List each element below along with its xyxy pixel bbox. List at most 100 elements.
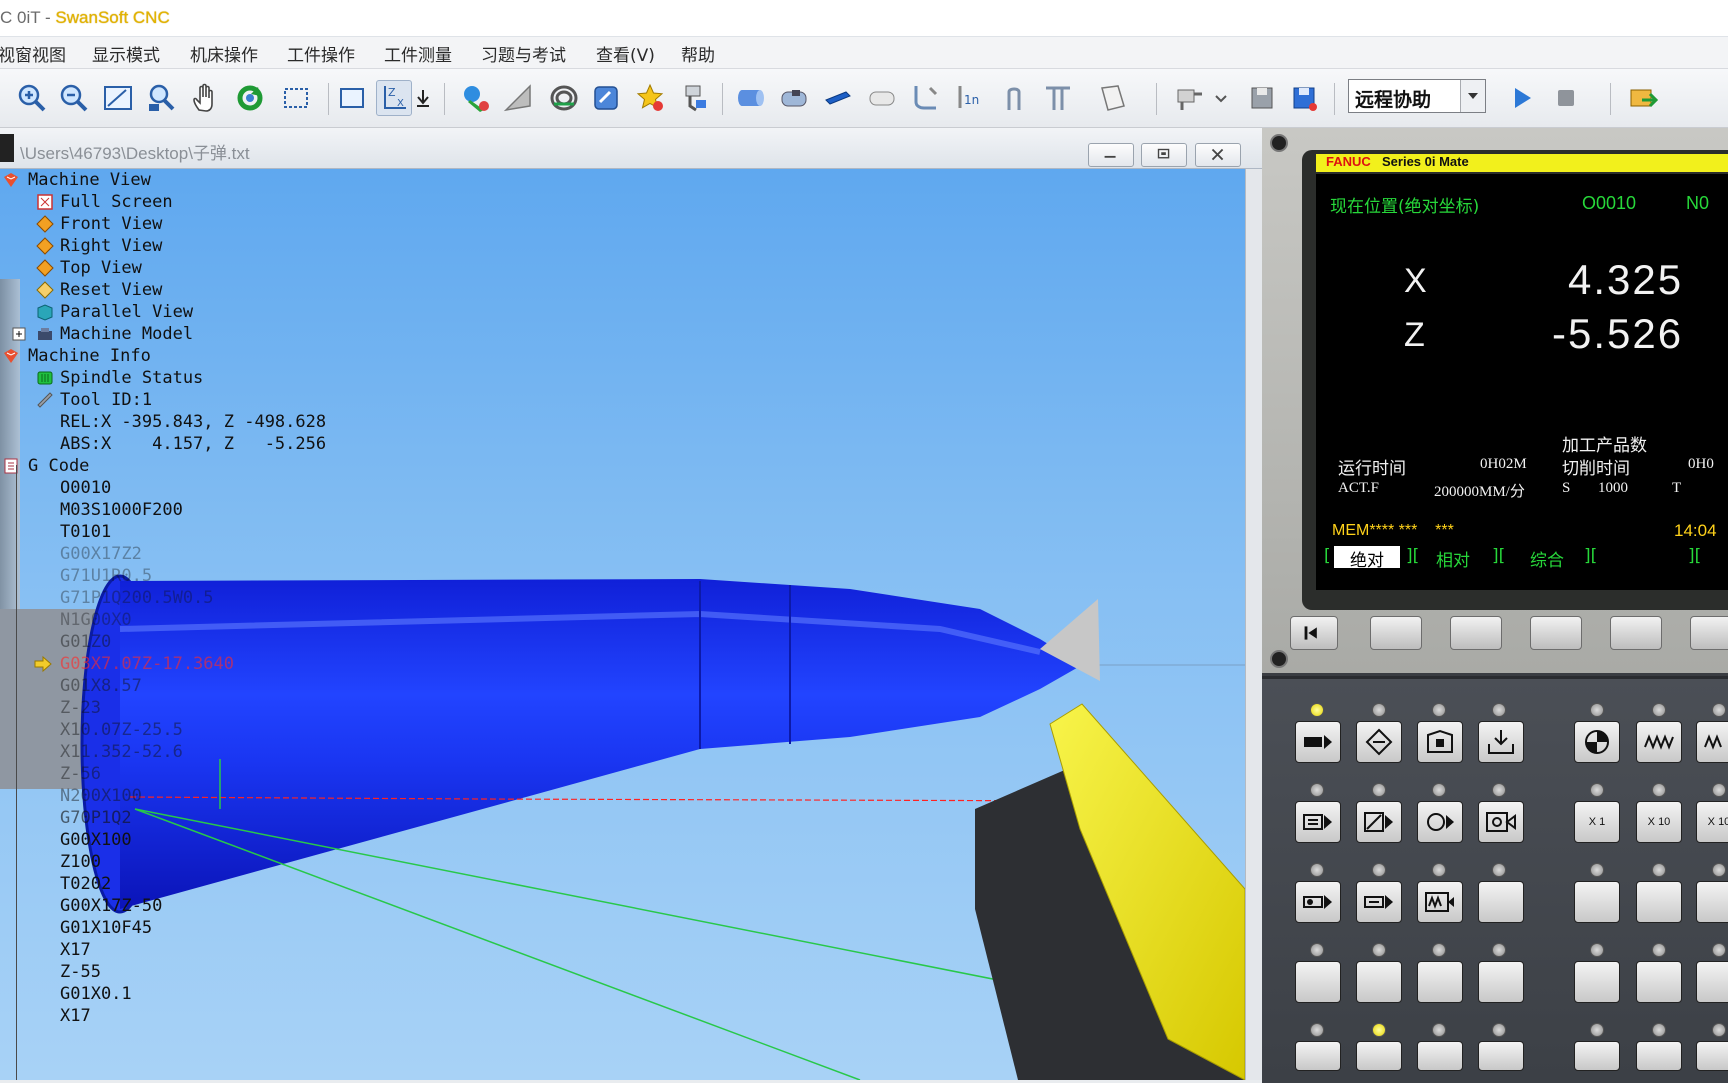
menu-window-view[interactable]: 视窗视图 bbox=[0, 41, 66, 66]
gcode-line[interactable]: Z-55 bbox=[60, 961, 101, 983]
coordinate-dropdown-button[interactable] bbox=[412, 80, 434, 116]
tree-g-code[interactable]: G Code bbox=[28, 455, 89, 477]
blank-key[interactable] bbox=[1574, 961, 1620, 1003]
jog-x10-key[interactable]: X 10 bbox=[1636, 801, 1682, 843]
menu-display-mode[interactable]: 显示模式 bbox=[92, 41, 160, 66]
select-region-button[interactable] bbox=[278, 80, 314, 116]
gcode-line[interactable]: G71P1Q200.5W0.5 bbox=[60, 587, 214, 609]
blank-key[interactable] bbox=[1574, 881, 1620, 923]
stop-button[interactable] bbox=[1548, 80, 1584, 116]
knife-button[interactable] bbox=[500, 80, 536, 116]
restore-button[interactable] bbox=[1141, 143, 1187, 167]
tree-top-view[interactable]: Top View bbox=[60, 257, 142, 279]
blank-key[interactable] bbox=[1478, 881, 1524, 923]
3d-viewport[interactable]: Machine View Full Screen Front View Righ… bbox=[0, 169, 1245, 1080]
menu-help[interactable]: 帮助 bbox=[681, 41, 715, 66]
machine-lock-key[interactable] bbox=[1356, 881, 1402, 923]
vertical-scrollbar[interactable] bbox=[1245, 169, 1263, 1080]
blank-key[interactable] bbox=[1636, 1041, 1682, 1071]
blank-key[interactable] bbox=[1417, 961, 1463, 1003]
probe-button[interactable] bbox=[1172, 80, 1208, 116]
handwheel-mode-key[interactable] bbox=[1696, 721, 1728, 763]
view-cylinder-1-button[interactable] bbox=[732, 80, 768, 116]
softkey-relative[interactable]: 相对 bbox=[1436, 546, 1470, 571]
gcode-line[interactable]: X17 bbox=[60, 939, 91, 961]
coolant-button[interactable] bbox=[546, 80, 582, 116]
tree-reset-view[interactable]: Reset View bbox=[60, 279, 162, 301]
gcode-line[interactable]: G01Z0 bbox=[60, 631, 111, 653]
tree-parallel-view[interactable]: Parallel View bbox=[60, 301, 193, 323]
gcode-line[interactable]: T0101 bbox=[60, 521, 111, 543]
single-block-key[interactable] bbox=[1295, 801, 1341, 843]
jog-mode-key[interactable] bbox=[1636, 721, 1682, 763]
remote-help-select[interactable]: 远程协助 bbox=[1348, 79, 1486, 113]
save-button[interactable] bbox=[1244, 80, 1280, 116]
export-button[interactable] bbox=[1626, 80, 1662, 116]
window-button[interactable] bbox=[334, 80, 370, 116]
save-as-button[interactable] bbox=[1286, 80, 1322, 116]
zoom-in-button[interactable] bbox=[14, 80, 50, 116]
tree-machine-info[interactable]: Machine Info bbox=[28, 345, 151, 367]
gcode-line[interactable]: G71U1R0.5 bbox=[60, 565, 152, 587]
gcode-line[interactable]: N200X100 bbox=[60, 785, 142, 807]
zoom-out-button[interactable] bbox=[56, 80, 92, 116]
dry-run-key[interactable] bbox=[1478, 801, 1524, 843]
optional-stop-key[interactable] bbox=[1417, 801, 1463, 843]
softkey-4-button[interactable] bbox=[1610, 616, 1662, 650]
menu-workpiece-operation[interactable]: 工件操作 bbox=[287, 41, 355, 66]
tree-machine-view[interactable]: Machine View bbox=[28, 169, 151, 191]
tool-path-button[interactable] bbox=[908, 80, 944, 116]
view-cylinder-4-button[interactable] bbox=[864, 80, 900, 116]
gcode-line[interactable]: G01X8.57 bbox=[60, 675, 142, 697]
reference-return-key[interactable] bbox=[1574, 721, 1620, 763]
tree-spindle-status[interactable]: Spindle Status bbox=[60, 367, 203, 389]
tool-t-button[interactable] bbox=[1040, 80, 1076, 116]
pan-hand-button[interactable] bbox=[188, 80, 224, 116]
tree-machine-model[interactable]: Machine Model bbox=[60, 323, 193, 345]
gcode-line[interactable]: Z100 bbox=[60, 851, 101, 873]
program-restart-key[interactable] bbox=[1295, 881, 1341, 923]
zoom-window-button[interactable] bbox=[100, 80, 136, 116]
dnc-mode-key[interactable] bbox=[1478, 721, 1524, 763]
gcode-line[interactable]: G00X17Z-50 bbox=[60, 895, 162, 917]
softkey-5-button[interactable] bbox=[1690, 616, 1728, 650]
menu-machine-operation[interactable]: 机床操作 bbox=[190, 41, 258, 66]
measure-button[interactable] bbox=[676, 80, 712, 116]
gcode-line-current[interactable]: G03X7.07Z-17.3640 bbox=[60, 653, 234, 675]
gcode-line[interactable]: X11.352-52.6 bbox=[60, 741, 183, 763]
edit-mode-key[interactable] bbox=[1356, 721, 1402, 763]
gcode-line[interactable]: T0202 bbox=[60, 873, 111, 895]
tree-right-view[interactable]: Right View bbox=[60, 235, 162, 257]
blank-key[interactable] bbox=[1295, 961, 1341, 1003]
jog-x1-key[interactable]: X 1 bbox=[1574, 801, 1620, 843]
star-tool-button[interactable] bbox=[632, 80, 668, 116]
gcode-line[interactable]: N1G00X0 bbox=[60, 609, 132, 631]
blank-key[interactable] bbox=[1636, 961, 1682, 1003]
menu-workpiece-measure[interactable]: 工件测量 bbox=[384, 41, 452, 66]
blank-key[interactable] bbox=[1356, 961, 1402, 1003]
gcode-line[interactable]: G01X10F45 bbox=[60, 917, 152, 939]
softkey-3-button[interactable] bbox=[1530, 616, 1582, 650]
chevron-down-icon[interactable] bbox=[1460, 80, 1485, 112]
gcode-line[interactable]: Z-23 bbox=[60, 697, 101, 719]
softkey-2-button[interactable] bbox=[1450, 616, 1502, 650]
gcode-line[interactable]: X17 bbox=[60, 1005, 91, 1027]
workpiece-setup-button[interactable] bbox=[458, 80, 494, 116]
minimize-button[interactable] bbox=[1088, 143, 1134, 167]
blank-key[interactable] bbox=[1478, 1041, 1524, 1071]
notebook-button[interactable] bbox=[1094, 80, 1130, 116]
gcode-line[interactable]: M03S1000F200 bbox=[60, 499, 183, 521]
tool-length-button[interactable]: 1n bbox=[952, 80, 988, 116]
menu-view[interactable]: 查看(V) bbox=[596, 41, 655, 66]
view-cylinder-3-button[interactable] bbox=[820, 80, 856, 116]
softkey-absolute[interactable]: 绝对 bbox=[1334, 546, 1400, 571]
probe-dropdown-button[interactable] bbox=[1210, 80, 1232, 116]
blank-key[interactable] bbox=[1356, 1041, 1402, 1071]
expand-plus-icon[interactable] bbox=[10, 325, 28, 343]
tool-arc-button[interactable] bbox=[996, 80, 1032, 116]
blank-key[interactable] bbox=[1478, 961, 1524, 1003]
close-button[interactable] bbox=[1195, 143, 1241, 167]
blank-key[interactable] bbox=[1696, 1041, 1728, 1071]
menu-exercise-exam[interactable]: 习题与考试 bbox=[481, 41, 566, 66]
tree-front-view[interactable]: Front View bbox=[60, 213, 162, 235]
